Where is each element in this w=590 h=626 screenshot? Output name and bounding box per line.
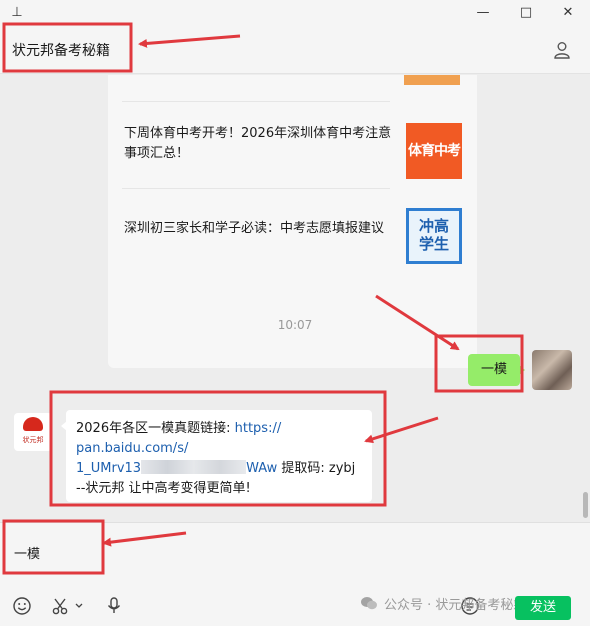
message-timestamp: 10:07 <box>277 318 313 332</box>
microphone-icon[interactable] <box>104 596 124 616</box>
avatar-name: 状元邦 <box>22 436 44 444</box>
profile-icon[interactable] <box>552 40 572 60</box>
avatar[interactable]: 状元邦 <box>14 413 52 451</box>
chat-area[interactable]: 下周体育中考开考！2026年深圳体育中考注意事项汇总！ 体育中考 深圳初三家长和… <box>0 75 590 522</box>
article-thumbnail[interactable]: 体育中考 <box>406 123 462 179</box>
article-title[interactable]: 下周体育中考开考！2026年深圳体育中考注意事项汇总！ <box>124 124 394 164</box>
link-text[interactable]: WAw <box>246 461 277 476</box>
chat-title: 状元邦备考秘籍 <box>12 43 110 59</box>
scrollbar[interactable] <box>583 492 588 518</box>
wechat-icon <box>361 597 377 610</box>
redacted-block <box>141 460 247 474</box>
link-text[interactable]: pan.baidu.com/s/ <box>76 441 188 456</box>
minimize-icon[interactable]: — <box>473 3 493 23</box>
link-text[interactable]: 1_UMrv13 <box>76 461 141 476</box>
message-input[interactable]: 一模 <box>14 543 40 562</box>
thumb-line: 学生 <box>418 235 449 253</box>
pin-icon[interactable]: ⊥ <box>7 3 27 23</box>
emoji-icon[interactable] <box>12 596 32 616</box>
article-thumbnail[interactable]: 冲高 学生 <box>406 208 462 264</box>
outgoing-message[interactable]: 一模 <box>468 354 525 386</box>
incoming-message[interactable]: 2026年各区一模真题链接: https:// pan.baidu.com/s/… <box>61 410 372 502</box>
input-area[interactable]: 一模 公众号 · 状元邦备考秘籍 发送 <box>0 522 590 626</box>
close-icon[interactable]: ✕ <box>558 3 578 23</box>
message-text: 2026年各区一模真题链接: <box>76 421 235 436</box>
chevron-down-icon[interactable] <box>74 596 84 616</box>
divider <box>122 101 390 102</box>
avatar[interactable] <box>532 350 572 390</box>
divider <box>122 188 390 189</box>
chat-header: 状元邦备考秘籍 <box>0 26 590 74</box>
scissors-icon[interactable] <box>50 596 70 616</box>
send-button[interactable]: 发送 <box>515 596 571 620</box>
article-thumbnail[interactable] <box>404 75 460 85</box>
link-text[interactable]: https:// <box>235 421 282 436</box>
code-text: 提取码: zybj <box>277 461 356 476</box>
thumb-line: 冲高 <box>418 217 449 235</box>
watermark-text: 公众号 · 状元邦备考秘籍 <box>384 598 527 613</box>
logo-cap-icon <box>23 417 43 431</box>
maximize-icon[interactable]: □ <box>516 3 536 23</box>
article-title[interactable]: 深圳初三家长和学子必读：中考志愿填报建议 <box>124 219 394 239</box>
message-text: --状元邦 让中高考变得更简单! <box>76 481 251 496</box>
window-titlebar: ⊥ — □ ✕ <box>0 0 590 26</box>
